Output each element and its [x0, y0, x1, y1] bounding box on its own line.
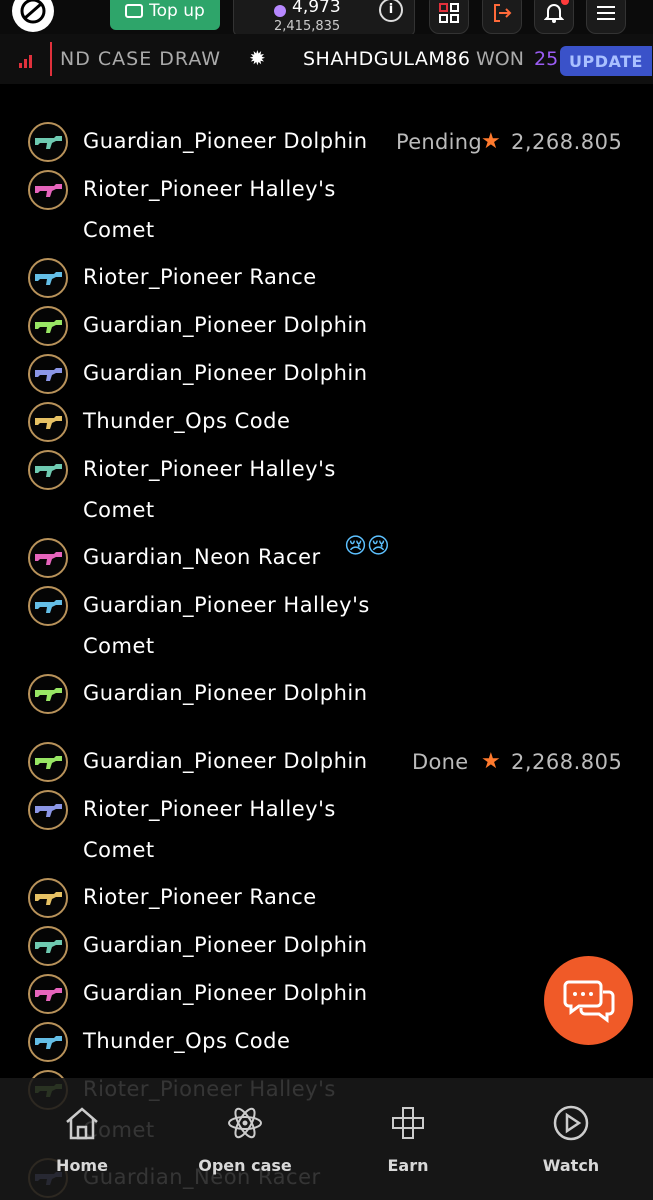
balance-sub-value: 2,415,835 — [274, 19, 341, 34]
item-name: Thunder_Ops Code — [83, 409, 291, 433]
item-name: Rioter_Pioneer Rance — [83, 265, 317, 289]
nav-open-case-label: Open case — [198, 1156, 292, 1175]
item-skin-icon — [28, 354, 68, 394]
item-skin-icon — [28, 790, 68, 830]
item-name: Guardian_Pioneer Dolphin — [83, 681, 368, 705]
grid-button[interactable] — [429, 0, 469, 34]
star-coin-icon: ★ — [481, 749, 501, 774]
item-name: Guardian_Pioneer Dolphin — [83, 361, 368, 385]
item-skin-icon — [28, 1022, 68, 1062]
chat-bubbles-icon — [563, 980, 614, 1023]
update-button[interactable]: UPDATE — [560, 46, 652, 76]
item-name: Rioter_Pioneer Rance — [83, 885, 317, 909]
topup-label: Top up — [149, 1, 205, 21]
logout-button[interactable] — [482, 0, 522, 34]
bottom-nav: Home Open case Earn Watch — [0, 1078, 653, 1200]
group-status: Pending — [396, 130, 483, 154]
group-status: Done — [412, 750, 469, 774]
item-skin-icon — [28, 926, 68, 966]
chat-button[interactable] — [544, 956, 633, 1045]
item-skin-icon — [28, 402, 68, 442]
item-name: Guardian_Pioneer Dolphin — [83, 981, 368, 1005]
item-skin-icon — [28, 122, 68, 162]
item-name: Rioter_Pioneer Halley's Comet — [83, 797, 336, 862]
signal-icon — [19, 55, 32, 68]
ticker-text: ND CASE DRAW — [60, 48, 222, 70]
play-icon — [553, 1105, 589, 1141]
item-skin-icon — [28, 306, 68, 346]
item-skin-icon — [28, 974, 68, 1014]
ticker-won-value: 25 — [534, 48, 559, 70]
nav-watch[interactable]: Watch — [511, 1098, 631, 1175]
home-icon — [66, 1107, 98, 1140]
gem-icon — [274, 5, 286, 17]
item-name: Guardian_Pioneer Dolphin — [83, 749, 368, 773]
item-skin-icon — [28, 258, 68, 298]
ticker-username: SHAHDGULAM86 — [303, 48, 471, 70]
item-name: Rioter_Pioneer Halley's Comet — [83, 457, 336, 522]
item-name: Guardian_Pioneer Dolphin — [83, 129, 368, 153]
star-coin-icon: ★ — [481, 129, 501, 154]
menu-icon — [597, 6, 615, 20]
nav-home-label: Home — [56, 1156, 108, 1175]
top-bar: Top up 4,973 2,415,835 i — [0, 0, 653, 36]
topup-button[interactable]: Top up — [110, 0, 220, 30]
item-skin-icon — [28, 170, 68, 210]
item-skin-icon — [28, 538, 68, 578]
item-skin-icon — [28, 674, 68, 714]
emoji-reaction: 😢😢 — [344, 534, 390, 559]
bell-icon — [544, 4, 564, 23]
ticker-won-label: WON — [476, 48, 524, 70]
sparkle-icon: ✹ — [249, 46, 266, 70]
info-icon[interactable]: i — [379, 0, 403, 22]
nav-open-case[interactable]: Open case — [185, 1098, 305, 1175]
nav-earn[interactable]: Earn — [348, 1098, 468, 1175]
group-amount: 2,268.805 — [511, 130, 623, 154]
logout-icon — [494, 4, 512, 22]
ticker-divider — [50, 42, 52, 76]
notification-dot — [561, 0, 569, 5]
notifications-button[interactable] — [534, 0, 574, 34]
atom-icon — [228, 1107, 262, 1139]
nav-earn-label: Earn — [387, 1156, 429, 1175]
item-skin-icon — [28, 450, 68, 490]
grid-icon — [439, 3, 459, 23]
item-name: Guardian_Pioneer Dolphin — [83, 933, 368, 957]
item-skin-icon — [28, 878, 68, 918]
balance-value: 4,973 — [292, 0, 341, 17]
winner-ticker: ND CASE DRAW ✹ SHAHDGULAM86 WON 25 — [0, 34, 653, 84]
item-name: Rioter_Pioneer Halley's Comet — [83, 177, 336, 242]
gamepad-icon — [392, 1107, 424, 1139]
group-amount: 2,268.805 — [511, 750, 623, 774]
item-name: Guardian_Pioneer Halley's Comet — [83, 593, 370, 658]
item-skin-icon — [28, 742, 68, 782]
wallet-balance[interactable]: 4,973 2,415,835 i — [233, 0, 415, 36]
nav-watch-label: Watch — [542, 1156, 600, 1175]
item-name: Thunder_Ops Code — [83, 1029, 291, 1053]
item-name: Guardian_Pioneer Dolphin — [83, 313, 368, 337]
menu-button[interactable] — [586, 0, 626, 34]
wallet-icon — [125, 4, 144, 18]
item-skin-icon — [28, 586, 68, 626]
logo-icon[interactable] — [12, 0, 54, 32]
nav-home[interactable]: Home — [22, 1098, 142, 1175]
